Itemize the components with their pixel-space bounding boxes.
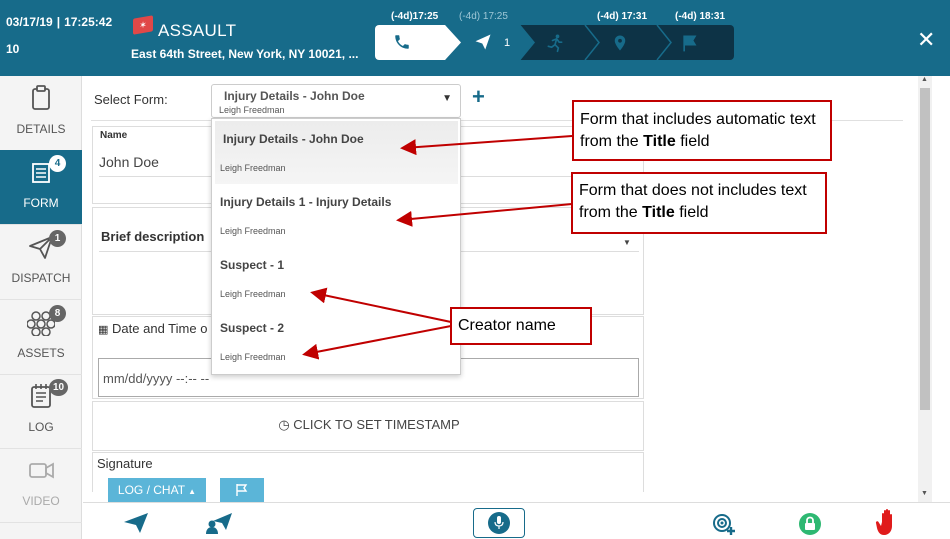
running-person-icon — [547, 34, 563, 53]
form-option-title: Suspect - 1 — [220, 258, 285, 272]
incident-number: 10 — [6, 42, 20, 56]
locate-add-icon[interactable] — [711, 512, 737, 536]
stop-hand-icon[interactable] — [872, 508, 896, 536]
form-option-creator: Leigh Freedman — [220, 289, 286, 299]
phone-icon — [395, 35, 409, 49]
lock-icon[interactable] — [798, 512, 822, 536]
incident-datetime: 03/17/19 | 17:25:42 — [6, 15, 112, 29]
step-chevron — [656, 25, 672, 60]
date-time-label: Date and Time o — [112, 321, 208, 336]
form-option[interactable]: Suspect - 2 Leigh Freedman — [212, 310, 460, 373]
date-time-placeholder: mm/dd/yyyy --:-- -- — [103, 371, 210, 386]
caret-down-icon: ▼ — [442, 93, 452, 104]
sidebar-item-label: LOG — [28, 420, 54, 434]
name-field-input[interactable]: John Doe — [99, 154, 159, 170]
add-form-icon[interactable]: + — [472, 86, 485, 108]
selected-form-creator: Leigh Freedman — [219, 105, 285, 115]
annotation-no-title: Form that does not includes text from th… — [571, 172, 827, 234]
set-timestamp-button[interactable]: ◷ CLICK TO SET TIMESTAMP — [93, 417, 645, 433]
brief-description-label: Brief description — [101, 229, 205, 244]
annotation-auto-title: Form that includes automatic text from t… — [572, 100, 832, 161]
paper-plane-step-icon — [475, 34, 491, 50]
log-chat-button[interactable]: LOG / CHAT ▲ — [108, 478, 206, 502]
incident-title: ASSAULT — [158, 21, 237, 40]
scroll-up-icon[interactable]: ▲ — [921, 76, 928, 83]
sidebar-item-label: FORM — [23, 196, 59, 210]
sidebar-item-form[interactable]: 4 FORM — [0, 150, 82, 225]
step-chevron — [584, 25, 600, 60]
signature-label: Signature — [97, 456, 153, 471]
incident-date: 03/17/19 — [6, 15, 53, 29]
incident-address: East 64th Street, New York, NY 10021, ..… — [131, 47, 359, 61]
selected-form-title: Injury Details - John Doe — [224, 89, 365, 103]
clock-icon: ◷ — [278, 417, 290, 432]
microphone-icon — [488, 512, 510, 534]
calendar-icon: ▦ — [98, 324, 109, 336]
sidebar-item-video[interactable]: VIDEO — [0, 448, 82, 523]
vertical-scrollbar[interactable]: ▲ ▼ — [918, 76, 932, 502]
annotation-bold: Title — [642, 204, 675, 221]
annotation-text: field — [674, 204, 709, 221]
form-option-creator: Leigh Freedman — [220, 352, 286, 362]
sidebar-item-label: DETAILS — [16, 122, 66, 136]
date-time-label-wrap: ▦ Date and Time o — [98, 321, 207, 336]
form-option[interactable]: Injury Details - John Doe Leigh Freedman — [215, 121, 458, 184]
timestamp-location: (-4d) 17:31 — [597, 11, 648, 22]
form-option-creator: Leigh Freedman — [220, 226, 286, 236]
sidebar: DETAILS 4 FORM 1 DISPATCH 8 ASSETS 10 LO… — [0, 76, 82, 539]
name-field-label: Name — [100, 130, 128, 141]
sidebar-item-assets[interactable]: 8 ASSETS — [0, 300, 82, 375]
sidebar-item-label: VIDEO — [22, 494, 60, 508]
timestamp-call: (-4d)17:25 — [391, 11, 439, 22]
scroll-down-icon[interactable]: ▼ — [921, 490, 928, 497]
flag-button[interactable] — [220, 478, 264, 502]
send-icon[interactable] — [123, 512, 149, 534]
dispatch-unit-icon[interactable] — [205, 511, 233, 535]
sidebar-item-label: ASSETS — [17, 346, 65, 360]
form-count-badge: 4 — [49, 155, 66, 172]
scroll-thumb[interactable] — [920, 88, 930, 410]
caret-up-icon: ▲ — [188, 487, 197, 496]
clipboard-icon — [32, 85, 50, 110]
timestamp-card: ◷ CLICK TO SET TIMESTAMP — [92, 401, 644, 451]
progress-steps: 1 — [375, 25, 734, 60]
microphone-button[interactable] — [473, 508, 525, 538]
annotation-bold: Title — [643, 133, 676, 150]
timestamp-flag: (-4d) 18:31 — [675, 11, 726, 22]
sidebar-item-details[interactable]: DETAILS — [0, 76, 82, 151]
set-timestamp-label: CLICK TO SET TIMESTAMP — [293, 417, 460, 432]
map-pin-icon — [614, 35, 626, 51]
annotation-text: field — [675, 133, 710, 150]
flag-icon — [683, 35, 697, 52]
form-option[interactable]: Injury Details 1 - Injury Details Leigh … — [212, 184, 460, 247]
dispatch-count-badge: 1 — [49, 230, 66, 247]
video-camera-icon — [29, 462, 54, 479]
form-option[interactable]: Suspect - 1 Leigh Freedman — [212, 247, 460, 310]
annotation-creator-name: Creator name — [450, 307, 592, 345]
step-call[interactable] — [375, 25, 453, 60]
log-chat-label: LOG / CHAT — [117, 483, 185, 497]
form-options-list: Injury Details - John Doe Leigh Freedman… — [211, 118, 461, 375]
form-option-title: Suspect - 2 — [220, 321, 285, 335]
close-icon[interactable]: ✕ — [917, 29, 935, 51]
incident-time: 17:25:42 — [64, 15, 113, 29]
form-option-title: Injury Details - John Doe — [223, 132, 364, 146]
date-separator: | — [56, 15, 61, 29]
timestamp-dispatch: (-4d) 17:25 — [459, 11, 508, 22]
sidebar-item-log[interactable]: 10 LOG — [0, 374, 82, 449]
log-count-badge: 10 — [49, 379, 68, 396]
dispatch-count: 1 — [504, 37, 511, 49]
flag-outline-icon — [236, 484, 248, 496]
incident-type-icon: ✶ — [133, 15, 153, 35]
select-form-dropdown[interactable]: Injury Details - John Doe Leigh Freedman… — [211, 84, 461, 118]
caret-down-icon[interactable]: ▼ — [623, 238, 631, 247]
form-option-creator: Leigh Freedman — [220, 163, 286, 173]
incident-header: 03/17/19 | 17:25:42 10 ✶ ASSAULT East 64th… — [0, 0, 950, 76]
form-option-title: Injury Details 1 - Injury Details — [220, 195, 392, 209]
sidebar-item-label: DISPATCH — [11, 271, 71, 285]
assets-count-badge: 8 — [49, 305, 66, 322]
sidebar-item-dispatch[interactable]: 1 DISPATCH — [0, 225, 82, 300]
select-form-label: Select Form: — [94, 92, 168, 107]
